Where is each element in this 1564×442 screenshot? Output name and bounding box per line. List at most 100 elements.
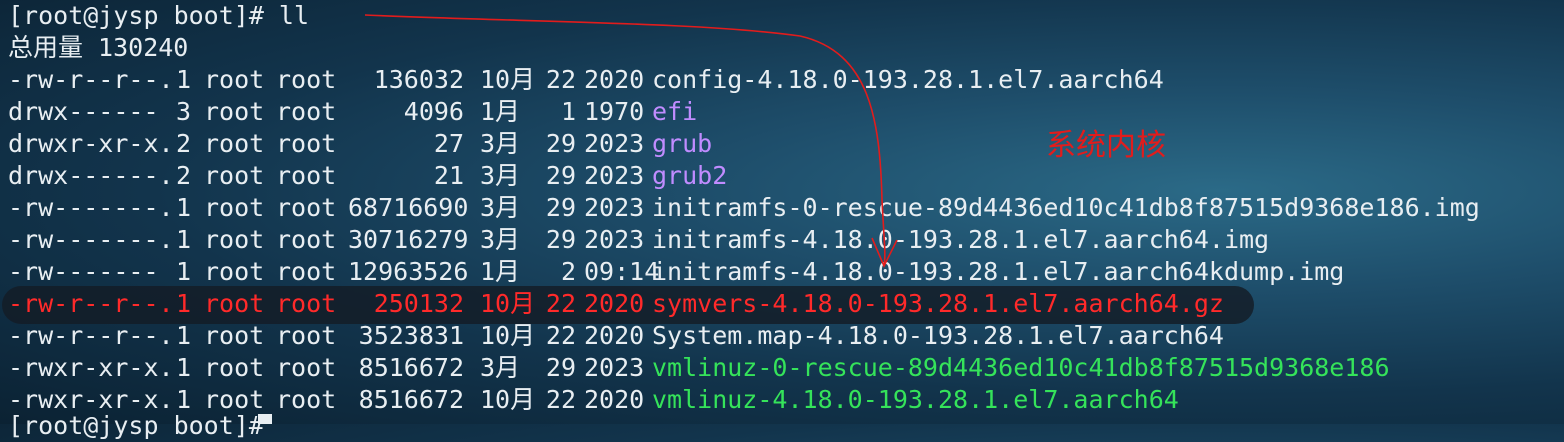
day-text: 22 xyxy=(545,65,576,94)
time-text: 2020 xyxy=(584,65,645,94)
month-text: 3月 xyxy=(480,193,521,222)
owner-text: root xyxy=(204,321,265,350)
group-text: root xyxy=(276,257,337,286)
link-count-text: 2 xyxy=(176,161,192,190)
file-size-text: 8516672 xyxy=(358,385,464,414)
file-name-text: grub xyxy=(652,129,713,158)
month-text: 10月 xyxy=(480,321,536,350)
owner-text: root xyxy=(204,161,265,190)
file-name-text: initramfs-4.18.0-193.28.1.el7.aarch64kdu… xyxy=(652,257,1345,286)
permissions-text: -rw------- xyxy=(8,257,159,286)
owner-text: root xyxy=(204,289,265,318)
link-count-text: 3 xyxy=(176,97,192,126)
owner-text: root xyxy=(204,353,265,382)
file-name-text: symvers-4.18.0-193.28.1.el7.aarch64.gz xyxy=(652,289,1224,318)
link-count-text: 1 xyxy=(176,257,192,286)
file-size-text: 250132 xyxy=(373,289,464,318)
time-text: 2023 xyxy=(584,161,645,190)
file-name-text: initramfs-0-rescue-89d4436ed10c41db8f875… xyxy=(652,193,1480,222)
file-name-text: config-4.18.0-193.28.1.el7.aarch64 xyxy=(652,65,1164,94)
month-text: 3月 xyxy=(480,129,521,158)
file-size-text: 12963526 xyxy=(348,257,469,286)
day-text: 22 xyxy=(545,321,576,350)
month-text: 1月 xyxy=(480,97,521,126)
group-text: root xyxy=(276,289,337,318)
file-name-text: System.map-4.18.0-193.28.1.el7.aarch64 xyxy=(652,321,1224,350)
group-text: root xyxy=(276,385,337,414)
time-text: 2023 xyxy=(584,225,645,254)
month-text: 10月 xyxy=(480,385,536,414)
permissions-text: -rwxr-xr-x. xyxy=(8,353,174,382)
day-text: 22 xyxy=(545,385,576,414)
file-size-text: 68716690 xyxy=(348,193,469,222)
time-text: 2020 xyxy=(584,321,645,350)
permissions-text: -rw-r--r--. xyxy=(8,289,174,318)
permissions-text: -rw-------. xyxy=(8,193,174,222)
file-size-text: 136032 xyxy=(373,65,464,94)
group-text: root xyxy=(276,161,337,190)
command-prompt: [root@jysp boot]# ll xyxy=(8,1,310,30)
permissions-text: -rw-r--r--. xyxy=(8,65,174,94)
group-text: root xyxy=(276,321,337,350)
text-cursor xyxy=(258,414,272,424)
day-text: 1 xyxy=(560,97,576,126)
day-text: 22 xyxy=(545,289,576,318)
permissions-text: -rw-r--r--. xyxy=(8,321,174,350)
time-text: 2023 xyxy=(584,193,645,222)
month-text: 3月 xyxy=(480,225,521,254)
day-text: 2 xyxy=(560,257,576,286)
time-text: 2020 xyxy=(584,289,645,318)
file-name-text: efi xyxy=(652,97,698,126)
day-text: 29 xyxy=(545,129,576,158)
owner-text: root xyxy=(204,225,265,254)
day-text: 29 xyxy=(545,225,576,254)
group-text: root xyxy=(276,193,337,222)
link-count-text: 1 xyxy=(176,353,192,382)
time-text: 09:14 xyxy=(584,257,660,286)
link-count-text: 1 xyxy=(176,193,192,222)
month-text: 10月 xyxy=(480,289,536,318)
file-size-text: 21 xyxy=(433,161,464,190)
group-text: root xyxy=(276,65,337,94)
time-text: 2020 xyxy=(584,385,645,414)
file-name-text: grub2 xyxy=(652,161,728,190)
group-text: root xyxy=(276,225,337,254)
file-size-text: 4096 xyxy=(403,97,464,126)
owner-text: root xyxy=(204,193,265,222)
file-size-text: 3523831 xyxy=(358,321,464,350)
month-text: 3月 xyxy=(480,161,521,190)
time-text: 2023 xyxy=(584,353,645,382)
permissions-text: -rw-------. xyxy=(8,225,174,254)
time-text: 2023 xyxy=(584,129,645,158)
group-text: root xyxy=(276,129,337,158)
file-size-text: 8516672 xyxy=(358,353,464,382)
owner-text: root xyxy=(204,65,265,94)
link-count-text: 2 xyxy=(176,129,192,158)
month-text: 10月 xyxy=(480,65,536,94)
total-size-line: 总用量 130240 xyxy=(8,33,189,62)
permissions-text: drwx------ xyxy=(8,97,159,126)
link-count-text: 1 xyxy=(176,289,192,318)
time-text: 1970 xyxy=(584,97,645,126)
day-text: 29 xyxy=(545,353,576,382)
file-size-text: 30716279 xyxy=(348,225,469,254)
file-size-text: 27 xyxy=(433,129,464,158)
terminal-output[interactable]: [root@jysp boot]# ll 总用量 130240 -rw-r--r… xyxy=(8,0,1564,440)
day-text: 29 xyxy=(545,193,576,222)
link-count-text: 1 xyxy=(176,321,192,350)
day-text: 29 xyxy=(545,161,576,190)
file-name-text: vmlinuz-4.18.0-193.28.1.el7.aarch64 xyxy=(652,385,1179,414)
permissions-text: drwx------. xyxy=(8,161,174,190)
owner-text: root xyxy=(204,97,265,126)
link-count-text: 1 xyxy=(176,225,192,254)
month-text: 3月 xyxy=(480,353,521,382)
file-name-text: vmlinuz-0-rescue-89d4436ed10c41db8f87515… xyxy=(652,353,1390,382)
link-count-text: 1 xyxy=(176,65,192,94)
annotation-label: 系统内核 xyxy=(1046,128,1166,163)
permissions-text: drwxr-xr-x. xyxy=(8,129,174,158)
file-name-text: initramfs-4.18.0-193.28.1.el7.aarch64.im… xyxy=(652,225,1270,254)
owner-text: root xyxy=(204,257,265,286)
month-text: 1月 xyxy=(480,257,521,286)
next-prompt: [root@jysp boot]# xyxy=(8,411,264,440)
group-text: root xyxy=(276,353,337,382)
